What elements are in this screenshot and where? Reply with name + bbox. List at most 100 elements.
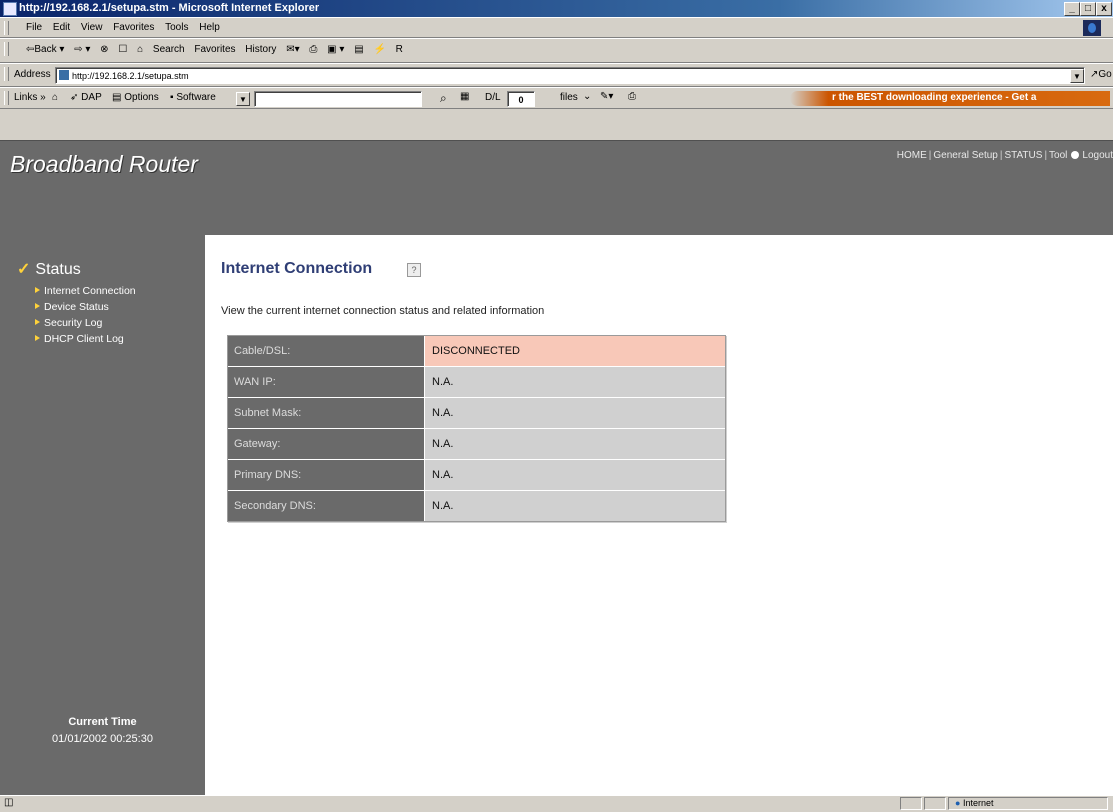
discuss-button[interactable]: ▤ (354, 44, 363, 55)
options-button[interactable]: ▤ Options (112, 92, 159, 103)
chevron-down-icon[interactable]: ⌄ (583, 91, 591, 102)
address-input[interactable]: http://192.168.2.1/setupa.stm (55, 67, 1085, 84)
close-button[interactable]: x (1096, 2, 1112, 16)
edit-button[interactable]: ▣ ▾ (327, 44, 344, 55)
dap-search-input[interactable] (254, 91, 422, 107)
row-label-secondary-dns: Secondary DNS: (228, 491, 425, 521)
window-titlebar: http://192.168.2.1/setupa.stm - Microsof… (0, 0, 1113, 17)
messenger-button[interactable]: ⚡ (373, 44, 385, 55)
toolbar-grip (4, 67, 9, 81)
help-icon[interactable]: ? (407, 263, 421, 277)
table-row: WAN IP: N.A. (228, 367, 725, 398)
standard-toolbar: ⇦Back ▾ ⇨ ▾ ⊗ ☐ ⌂ Search Favorites Histo… (0, 38, 1113, 63)
status-bar: ◫ ● Internet (0, 795, 1113, 812)
menu-edit[interactable]: Edit (53, 18, 70, 37)
page-title: Internet Connection (221, 260, 373, 277)
banner-text: r the BEST downloading experience - Get … (832, 92, 1037, 103)
check-icon: ✓ (17, 261, 31, 278)
refresh-button[interactable]: ☐ (118, 44, 127, 55)
print-icon[interactable]: ⎙ (628, 91, 636, 102)
row-label-gateway: Gateway: (228, 429, 425, 459)
arrow-icon (35, 335, 40, 341)
row-value-gateway: N.A. (425, 429, 725, 459)
row-value-primary-dns: N.A. (425, 460, 725, 490)
address-url: http://192.168.2.1/setupa.stm (72, 71, 189, 81)
search-icon[interactable]: ⌕ (440, 91, 447, 106)
banner-ad[interactable]: r the BEST downloading experience - Get … (790, 91, 1110, 106)
highlight-icon[interactable]: ✎▾ (600, 91, 613, 102)
table-row: Secondary DNS: N.A. (228, 491, 725, 521)
arrow-icon (35, 303, 40, 309)
row-label-subnet-mask: Subnet Mask: (228, 398, 425, 428)
mail-button[interactable]: ✉▾ (286, 44, 299, 55)
research-button[interactable]: R (396, 44, 403, 55)
history-button[interactable]: History (245, 44, 276, 55)
toolbar-grip (4, 91, 9, 105)
grid-icon[interactable]: ▦ (460, 91, 469, 102)
address-label: Address (14, 69, 51, 80)
sidebar-item-dhcp-client-log[interactable]: DHCP Client Log (35, 333, 124, 345)
brand-title: Broadband Router (10, 151, 198, 177)
main-content: Internet Connection ? View the current i… (205, 235, 1113, 795)
dl-label: D/L (485, 92, 501, 103)
nav-home[interactable]: HOME (897, 150, 927, 161)
menu-bar: File Edit View Favorites Tools Help (0, 17, 1113, 38)
sidebar-section-status[interactable]: ✓ Status (17, 259, 81, 279)
arrow-icon (35, 319, 40, 325)
page-description: View the current internet connection sta… (221, 305, 545, 317)
menu-tools[interactable]: Tools (165, 18, 188, 37)
address-dropdown-icon[interactable]: ▼ (1070, 69, 1084, 83)
search-button[interactable]: Search (153, 44, 185, 55)
stop-button[interactable]: ⊗ (100, 44, 108, 55)
home-link-icon[interactable]: ⌂ (52, 92, 58, 103)
row-label-primary-dns: Primary DNS: (228, 460, 425, 490)
home-button[interactable]: ⌂ (137, 44, 143, 55)
connection-info-table: Cable/DSL: DISCONNECTED WAN IP: N.A. Sub… (227, 335, 726, 522)
files-label[interactable]: files (560, 92, 578, 103)
minimize-button[interactable]: _ (1064, 2, 1080, 16)
ie-window-icon (3, 2, 17, 16)
ie-logo-icon (1083, 20, 1101, 36)
zone-label: Internet (962, 798, 994, 808)
forward-button[interactable]: ⇨ ▾ (74, 44, 90, 55)
back-button[interactable]: ⇦Back ▾ (26, 44, 64, 55)
row-label-wan-ip: WAN IP: (228, 367, 425, 397)
sidebar-section-label: Status (35, 261, 81, 278)
nav-general-setup[interactable]: General Setup (933, 150, 998, 161)
sidebar-item-security-log[interactable]: Security Log (35, 317, 102, 329)
maximize-button[interactable]: □ (1080, 2, 1096, 16)
software-dropdown-icon[interactable]: ▼ (236, 92, 250, 106)
dl-count: 0 (507, 91, 535, 107)
table-row: Primary DNS: N.A. (228, 460, 725, 491)
row-label-cable-dsl: Cable/DSL: (228, 336, 425, 366)
toolbar-grip (4, 21, 9, 35)
sidebar-item-internet-connection[interactable]: Internet Connection (35, 285, 136, 297)
row-value-subnet-mask: N.A. (425, 398, 725, 428)
nav-logout[interactable]: Logout (1082, 150, 1113, 161)
links-bar: Links » ⌂ ➶ DAP ▤ Options ▪ Software ▼ ⌕… (0, 87, 1113, 109)
sidebar-item-device-status[interactable]: Device Status (35, 301, 109, 313)
table-row: Gateway: N.A. (228, 429, 725, 460)
router-header: Broadband Router HOME | General Setup | STAT… (0, 140, 1113, 236)
menu-view[interactable]: View (81, 18, 103, 37)
menu-file[interactable]: File (26, 18, 42, 37)
dap-button[interactable]: ➶ DAP (70, 92, 102, 103)
table-row: Subnet Mask: N.A. (228, 398, 725, 429)
favorites-button[interactable]: Favorites (194, 44, 235, 55)
globe-icon: ● (955, 798, 961, 808)
row-value-wan-ip: N.A. (425, 367, 725, 397)
go-button[interactable]: ↗Go (1090, 69, 1112, 80)
logout-icon (1071, 151, 1080, 159)
toolbar-grip (4, 42, 9, 56)
menu-favorites[interactable]: Favorites (113, 18, 154, 37)
current-time-label: Current Time (68, 716, 137, 728)
print-button[interactable]: ⎙ (309, 44, 317, 55)
software-select[interactable]: ▪ Software (170, 92, 216, 103)
links-label[interactable]: Links » (14, 92, 46, 103)
address-bar: Address http://192.168.2.1/setupa.stm ▼ … (0, 63, 1113, 87)
menu-help[interactable]: Help (199, 18, 220, 37)
zone-panel: ● Internet (948, 797, 1108, 810)
sidebar: ✓ Status Internet Connection Device Statu… (0, 235, 205, 795)
nav-tool[interactable]: Tool (1049, 150, 1067, 161)
nav-status[interactable]: STATUS (1004, 150, 1042, 161)
